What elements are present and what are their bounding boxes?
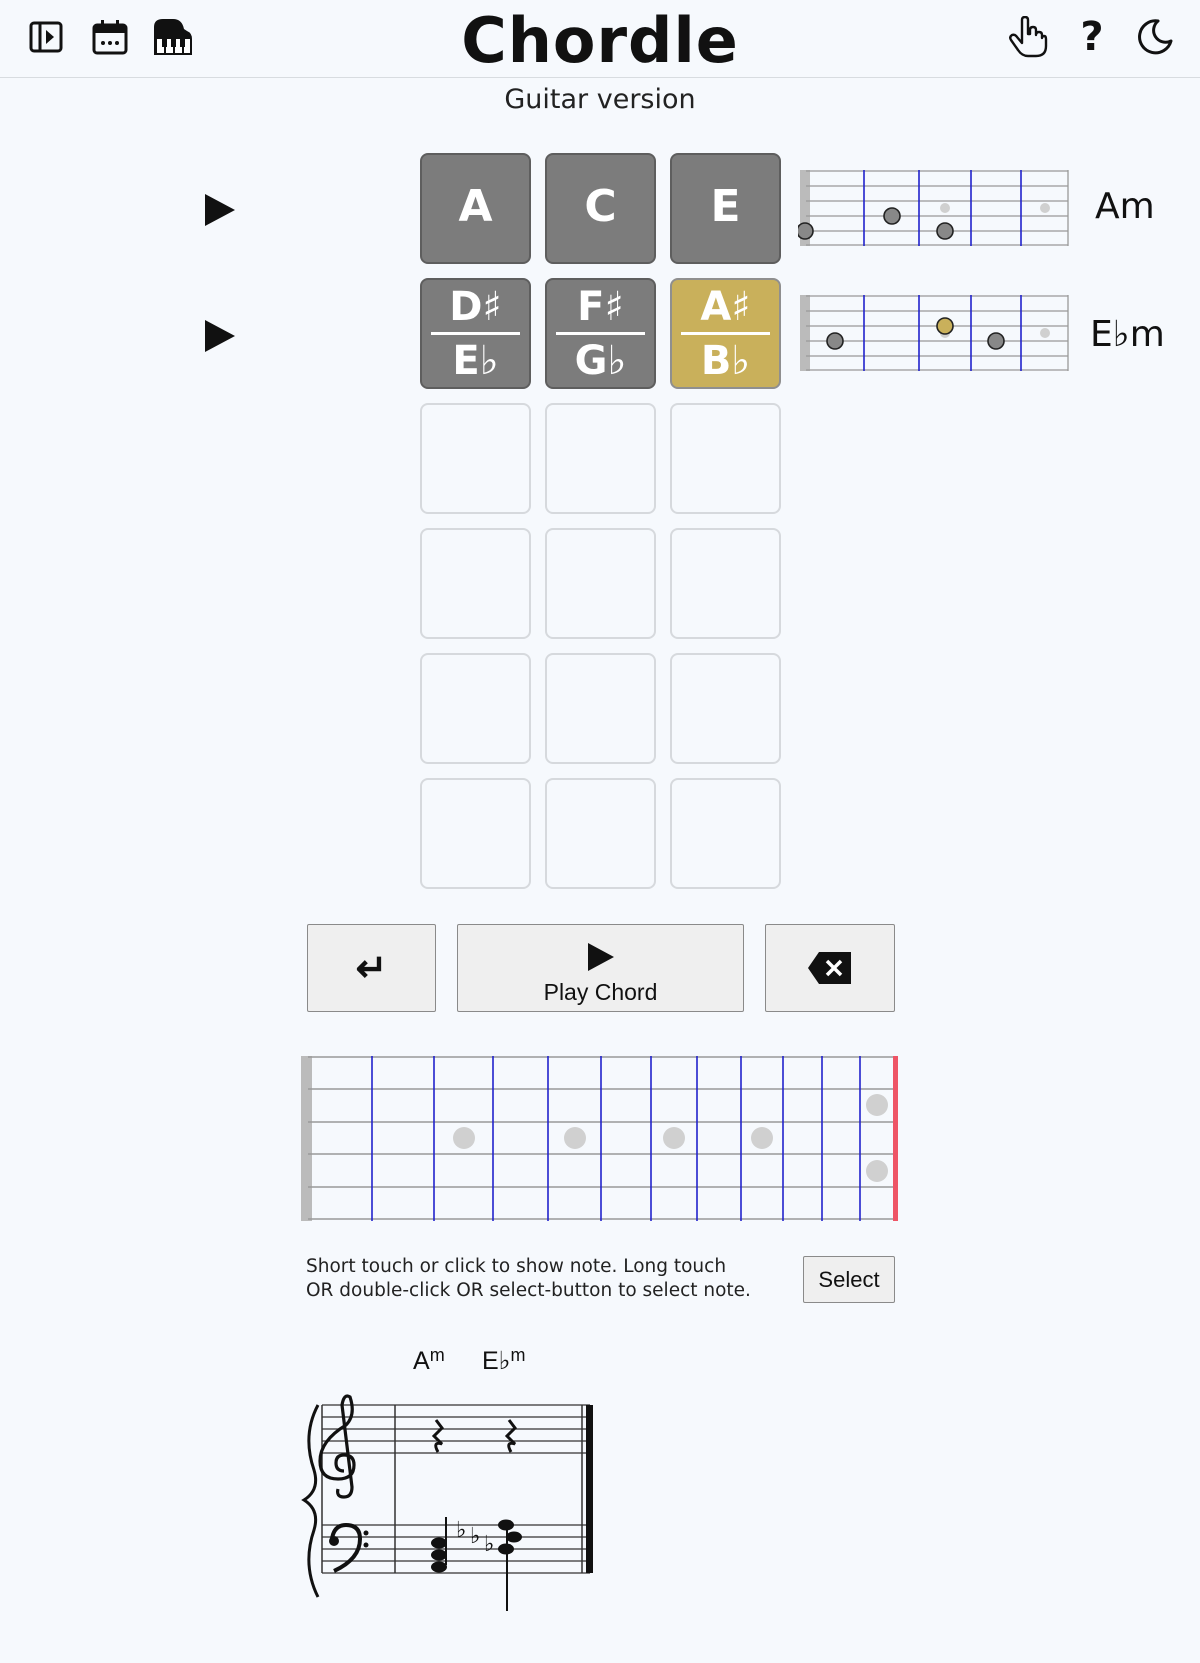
- tile-divider: [431, 332, 520, 335]
- chord-root: A: [413, 1347, 430, 1375]
- guess-tile: C: [545, 153, 656, 264]
- play-chord-label: Play Chord: [543, 979, 658, 1005]
- guess-tile: D♯ E♭: [420, 278, 531, 389]
- backspace-icon: [808, 952, 851, 984]
- chord-diagram-am: [798, 170, 1069, 246]
- empty-tile: [420, 528, 531, 639]
- play-icon: [588, 943, 614, 971]
- help-icon[interactable]: ?: [1070, 14, 1114, 60]
- empty-tile: [545, 403, 656, 514]
- tile-note-sharp: A♯: [700, 284, 751, 330]
- fretboard-input[interactable]: [300, 1055, 900, 1222]
- guess-tile-present: A♯ B♭: [670, 278, 781, 389]
- select-button[interactable]: Select: [803, 1256, 895, 1303]
- backspace-button[interactable]: [765, 924, 895, 1012]
- play-row-1-icon[interactable]: [203, 192, 237, 228]
- empty-tile: [420, 778, 531, 889]
- chord-quality: m: [510, 1345, 526, 1365]
- tile-note-sharp: D♯: [449, 284, 502, 330]
- chord-name-row-1: Am: [1095, 186, 1155, 227]
- instructions: Short touch or click to show note. Long …: [306, 1255, 796, 1303]
- app-header: Chordle ?: [0, 0, 1200, 78]
- tile-note-flat: G♭: [574, 338, 627, 384]
- instructions-line-1: Short touch or click to show note. Long …: [306, 1256, 727, 1277]
- svg-text:♭: ♭: [470, 1524, 480, 1549]
- svg-text:♭: ♭: [484, 1532, 494, 1557]
- guess-tile: A: [420, 153, 531, 264]
- empty-tile: [420, 403, 531, 514]
- chord-diagram-ebm: [800, 295, 1069, 371]
- empty-tile: [420, 653, 531, 764]
- play-chord-button[interactable]: Play Chord: [457, 924, 744, 1012]
- enter-icon: ↵: [355, 947, 388, 990]
- guess-tile: F♯ G♭: [545, 278, 656, 389]
- empty-tile: [545, 653, 656, 764]
- enter-button[interactable]: ↵: [307, 924, 436, 1012]
- tile-note: A: [458, 181, 493, 232]
- score-chord-label-2: E♭m: [482, 1345, 525, 1376]
- empty-tile: [670, 403, 781, 514]
- empty-tile: [670, 528, 781, 639]
- chord-quality: m: [429, 1345, 445, 1365]
- tile-note-flat: B♭: [700, 338, 751, 384]
- chord-name-row-2: E♭m: [1090, 314, 1165, 355]
- subtitle: Guitar version: [504, 84, 696, 115]
- tile-note-flat: E♭: [452, 338, 499, 384]
- music-staff: ♭ ♭ ♭: [301, 1394, 593, 1611]
- play-row-2-icon[interactable]: [203, 318, 237, 354]
- chord-root: E♭: [482, 1347, 511, 1375]
- dark-mode-icon[interactable]: [1133, 14, 1177, 60]
- tile-note: C: [584, 181, 617, 232]
- tile-note: E: [710, 181, 741, 232]
- guess-tile: E: [670, 153, 781, 264]
- empty-tile: [545, 528, 656, 639]
- score-chord-label-1: Am: [413, 1345, 445, 1376]
- empty-tile: [545, 778, 656, 889]
- tile-divider: [556, 332, 645, 335]
- svg-text:♭: ♭: [456, 1518, 466, 1543]
- pointer-hand-icon[interactable]: [1006, 14, 1050, 60]
- select-button-label: Select: [818, 1266, 880, 1292]
- tile-note-sharp: F♯: [577, 284, 624, 330]
- instructions-line-2: OR double-click OR select-button to sele…: [306, 1280, 751, 1301]
- empty-tile: [670, 653, 781, 764]
- empty-tile: [670, 778, 781, 889]
- tile-divider: [681, 332, 770, 335]
